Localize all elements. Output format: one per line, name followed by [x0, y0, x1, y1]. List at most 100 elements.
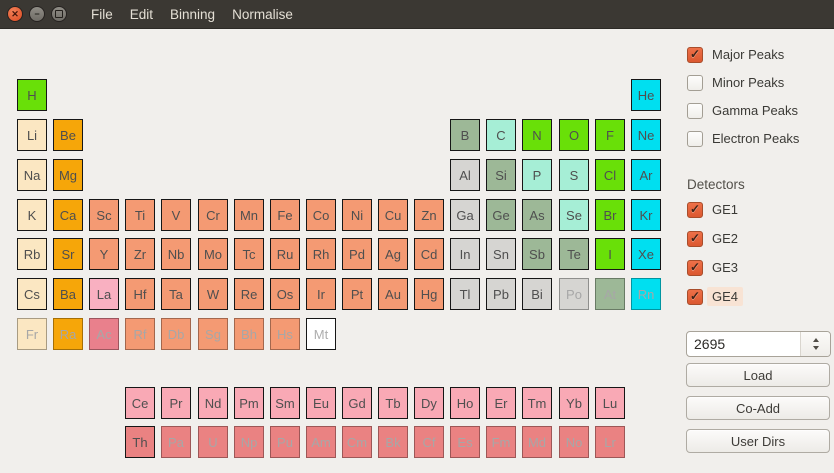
element-cl[interactable]: Cl — [595, 159, 625, 191]
element-ag[interactable]: Ag — [378, 238, 408, 270]
checkbox-major-peaks[interactable]: ✓Major Peaks — [687, 46, 799, 63]
element-se[interactable]: Se — [559, 199, 589, 231]
element-rn[interactable]: Rn — [631, 278, 661, 310]
element-o[interactable]: O — [559, 119, 589, 151]
element-tl[interactable]: Tl — [450, 278, 480, 310]
element-cu[interactable]: Cu — [378, 199, 408, 231]
element-ta[interactable]: Ta — [161, 278, 191, 310]
checkbox-ge1[interactable]: ✓GE1 — [687, 201, 743, 218]
element-sg[interactable]: Sg — [198, 318, 228, 350]
element-mn[interactable]: Mn — [234, 199, 264, 231]
element-pb[interactable]: Pb — [486, 278, 516, 310]
element-bi[interactable]: Bi — [522, 278, 552, 310]
element-mt[interactable]: Mt — [306, 318, 336, 350]
element-rf[interactable]: Rf — [125, 318, 155, 350]
checkbox-box[interactable]: ✓ — [687, 289, 703, 305]
element-cm[interactable]: Cm — [342, 426, 372, 458]
element-ra[interactable]: Ra — [53, 318, 83, 350]
element-ge[interactable]: Ge — [486, 199, 516, 231]
element-h[interactable]: H — [17, 79, 47, 111]
element-sr[interactable]: Sr — [53, 238, 83, 270]
element-la[interactable]: La — [89, 278, 119, 310]
element-os[interactable]: Os — [270, 278, 300, 310]
element-re[interactable]: Re — [234, 278, 264, 310]
checkbox-box[interactable]: ✓ — [687, 47, 703, 63]
checkbox-box[interactable]: ✓ — [687, 231, 703, 247]
checkbox-electron-peaks[interactable]: Electron Peaks — [687, 130, 799, 147]
element-b[interactable]: B — [450, 119, 480, 151]
checkbox-box[interactable]: ✓ — [687, 202, 703, 218]
element-fe[interactable]: Fe — [270, 199, 300, 231]
element-hg[interactable]: Hg — [414, 278, 444, 310]
element-cd[interactable]: Cd — [414, 238, 444, 270]
element-ca[interactable]: Ca — [53, 199, 83, 231]
checkbox-box[interactable] — [687, 103, 703, 119]
element-kr[interactable]: Kr — [631, 199, 661, 231]
element-th[interactable]: Th — [125, 426, 155, 458]
element-lr[interactable]: Lr — [595, 426, 625, 458]
element-nb[interactable]: Nb — [161, 238, 191, 270]
element-ni[interactable]: Ni — [342, 199, 372, 231]
element-no[interactable]: No — [559, 426, 589, 458]
element-mo[interactable]: Mo — [198, 238, 228, 270]
element-mg[interactable]: Mg — [53, 159, 83, 191]
element-tc[interactable]: Tc — [234, 238, 264, 270]
element-lu[interactable]: Lu — [595, 387, 625, 419]
element-dy[interactable]: Dy — [414, 387, 444, 419]
element-tb[interactable]: Tb — [378, 387, 408, 419]
spectrum-number-spinner[interactable]: 2695 — [686, 331, 831, 357]
element-am[interactable]: Am — [306, 426, 336, 458]
element-ne[interactable]: Ne — [631, 119, 661, 151]
element-sm[interactable]: Sm — [270, 387, 300, 419]
element-in[interactable]: In — [450, 238, 480, 270]
element-fm[interactable]: Fm — [486, 426, 516, 458]
checkbox-gamma-peaks[interactable]: Gamma Peaks — [687, 102, 799, 119]
co-add-button[interactable]: Co-Add — [686, 396, 830, 420]
element-hs[interactable]: Hs — [270, 318, 300, 350]
element-al[interactable]: Al — [450, 159, 480, 191]
element-sn[interactable]: Sn — [486, 238, 516, 270]
element-ba[interactable]: Ba — [53, 278, 83, 310]
element-po[interactable]: Po — [559, 278, 589, 310]
element-cf[interactable]: Cf — [414, 426, 444, 458]
element-v[interactable]: V — [161, 199, 191, 231]
element-na[interactable]: Na — [17, 159, 47, 191]
checkbox-box[interactable] — [687, 75, 703, 91]
element-zn[interactable]: Zn — [414, 199, 444, 231]
element-zr[interactable]: Zr — [125, 238, 155, 270]
element-w[interactable]: W — [198, 278, 228, 310]
checkbox-ge4[interactable]: ✓GE4 — [687, 288, 743, 305]
element-nd[interactable]: Nd — [198, 387, 228, 419]
spinner-down-icon[interactable] — [813, 346, 819, 350]
element-au[interactable]: Au — [378, 278, 408, 310]
element-xe[interactable]: Xe — [631, 238, 661, 270]
element-er[interactable]: Er — [486, 387, 516, 419]
element-li[interactable]: Li — [17, 119, 47, 151]
element-es[interactable]: Es — [450, 426, 480, 458]
load-button[interactable]: Load — [686, 363, 830, 387]
checkbox-ge2[interactable]: ✓GE2 — [687, 230, 743, 247]
element-gd[interactable]: Gd — [342, 387, 372, 419]
element-ir[interactable]: Ir — [306, 278, 336, 310]
element-pt[interactable]: Pt — [342, 278, 372, 310]
checkbox-box[interactable] — [687, 131, 703, 147]
element-f[interactable]: F — [595, 119, 625, 151]
element-s[interactable]: S — [559, 159, 589, 191]
element-np[interactable]: Np — [234, 426, 264, 458]
element-pu[interactable]: Pu — [270, 426, 300, 458]
element-bk[interactable]: Bk — [378, 426, 408, 458]
element-pd[interactable]: Pd — [342, 238, 372, 270]
element-as[interactable]: As — [522, 199, 552, 231]
element-sb[interactable]: Sb — [522, 238, 552, 270]
checkbox-minor-peaks[interactable]: Minor Peaks — [687, 74, 799, 91]
element-c[interactable]: C — [486, 119, 516, 151]
element-ga[interactable]: Ga — [450, 199, 480, 231]
element-co[interactable]: Co — [306, 199, 336, 231]
checkbox-box[interactable]: ✓ — [687, 260, 703, 276]
element-tm[interactable]: Tm — [522, 387, 552, 419]
element-rh[interactable]: Rh — [306, 238, 336, 270]
element-db[interactable]: Db — [161, 318, 191, 350]
element-si[interactable]: Si — [486, 159, 516, 191]
element-eu[interactable]: Eu — [306, 387, 336, 419]
element-ce[interactable]: Ce — [125, 387, 155, 419]
